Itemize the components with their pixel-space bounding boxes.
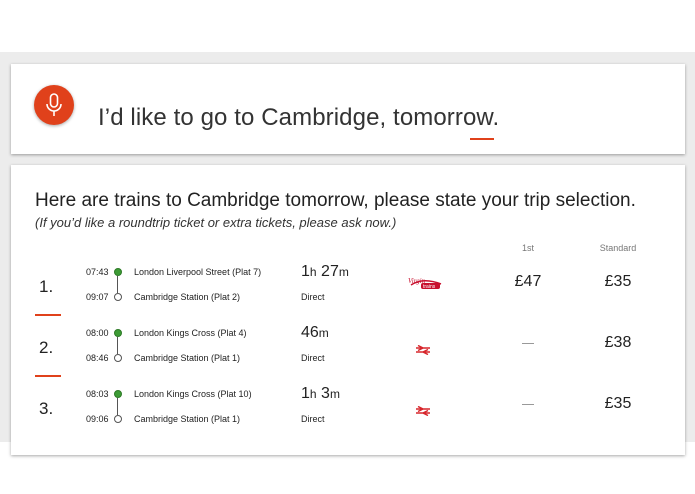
- results-heading: Here are trains to Cambridge tomorrow, p…: [35, 190, 636, 211]
- departure-dot-icon: [114, 329, 122, 337]
- journey-duration: 1h 3m: [301, 385, 340, 402]
- trip-option[interactable]: 3. 08:03 09:06 London Kings Cross (Plat …: [11, 385, 685, 443]
- route-line: [117, 337, 118, 354]
- arrival-time: 09:06: [86, 414, 109, 424]
- standard-class-price: £38: [604, 334, 632, 351]
- arrival-time: 08:46: [86, 353, 109, 363]
- trip-separator: [35, 375, 61, 377]
- microphone-button[interactable]: [34, 85, 74, 125]
- first-class-unavailable: [522, 404, 534, 405]
- departure-time: 08:03: [86, 389, 109, 399]
- departure-station: London Kings Cross (Plat 4): [134, 328, 247, 338]
- listening-indicator: [470, 138, 494, 140]
- trip-index: 1.: [39, 277, 54, 296]
- arrival-station: Cambridge Station (Plat 1): [134, 353, 241, 363]
- departure-station: London Liverpool Street (Plat 7): [134, 267, 262, 277]
- results-subheading: (If you’d like a roundtrip ticket or ext…: [35, 215, 397, 230]
- trip-index: 3.: [39, 399, 54, 418]
- national-rail-icon: [415, 342, 431, 360]
- departure-station: London Kings Cross (Plat 10): [134, 389, 252, 399]
- standard-class-column-header: Standard: [599, 243, 637, 253]
- trip-index: 2.: [39, 338, 54, 357]
- first-class-unavailable: [522, 343, 534, 344]
- standard-class-price: £35: [604, 273, 632, 290]
- voice-query-card: I’d like to go to Cambridge, tomorrow.: [11, 64, 685, 154]
- departure-time: 07:43: [86, 267, 109, 277]
- trip-option[interactable]: 1. 07:43 09:07 London Liverpool Street (…: [11, 263, 685, 321]
- trip-option[interactable]: 2. 08:00 08:46 London Kings Cross (Plat …: [11, 324, 685, 382]
- route-line: [117, 276, 118, 293]
- departure-dot-icon: [114, 268, 122, 276]
- arrival-station: Cambridge Station (Plat 1): [134, 414, 241, 424]
- departure-time: 08:00: [86, 328, 109, 338]
- arrival-dot-icon: [114, 354, 122, 362]
- journey-type: Direct: [301, 414, 325, 424]
- journey-type: Direct: [301, 292, 325, 302]
- arrival-dot-icon: [114, 293, 122, 301]
- first-class-price: £47: [514, 273, 542, 290]
- first-class-column-header: 1st: [521, 243, 534, 253]
- app-background: I’d like to go to Cambridge, tomorrow. H…: [0, 52, 695, 455]
- standard-class-price: £35: [604, 395, 632, 412]
- spoken-query-text: I’d like to go to Cambridge, tomorrow.: [98, 104, 500, 131]
- journey-duration: 1h 27m: [301, 263, 349, 280]
- arrival-time: 09:07: [86, 292, 109, 302]
- trip-separator: [35, 314, 61, 316]
- arrival-dot-icon: [114, 415, 122, 423]
- departure-dot-icon: [114, 390, 122, 398]
- train-results-card: Here are trains to Cambridge tomorrow, p…: [11, 165, 685, 455]
- journey-type: Direct: [301, 353, 325, 363]
- svg-text:trains: trains: [423, 284, 436, 290]
- journey-duration: 46m: [301, 324, 329, 341]
- national-rail-icon: [415, 403, 431, 421]
- virgin-trains-logo-icon: Virgin trains: [407, 275, 445, 296]
- route-line: [117, 398, 118, 415]
- arrival-station: Cambridge Station (Plat 2): [134, 292, 241, 302]
- microphone-icon: [46, 93, 62, 116]
